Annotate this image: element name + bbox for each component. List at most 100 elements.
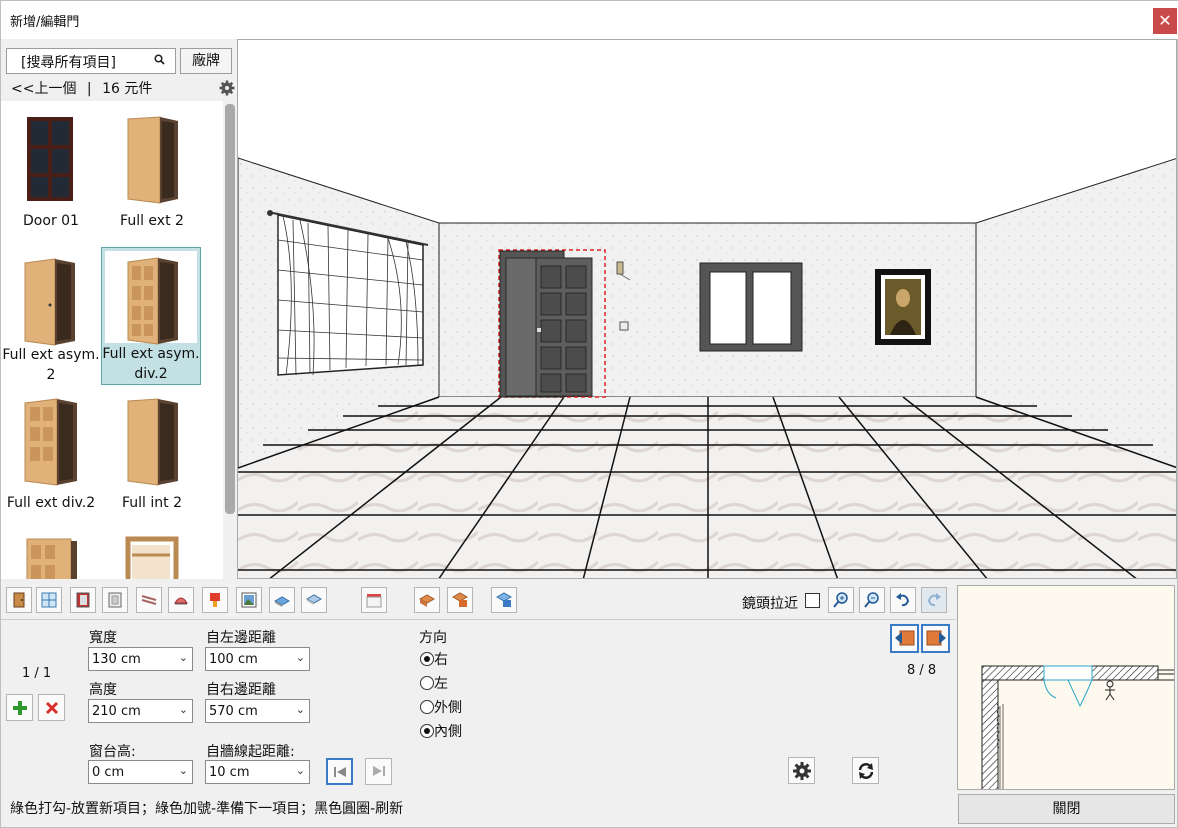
next-wall-button[interactable]	[365, 758, 392, 785]
gallery-item-partial-2[interactable]	[102, 529, 202, 579]
next-wall-segment-button[interactable]	[921, 624, 950, 653]
width-label: 寬度	[89, 630, 117, 646]
chevron-down-icon: ⌄	[178, 651, 188, 664]
scrollbar-thumb[interactable]	[225, 104, 235, 514]
panel-door-icon[interactable]	[70, 587, 96, 613]
gallery-settings-gear-icon[interactable]	[219, 80, 235, 100]
settings-button[interactable]	[788, 757, 815, 784]
step-back-icon	[333, 767, 346, 777]
zoom-label: 鏡頭拉近	[742, 596, 798, 612]
gallery-nav: <<上一個 | 16 元件	[11, 81, 153, 97]
wall-right-icon[interactable]	[447, 587, 473, 613]
blinds-icon[interactable]	[136, 587, 162, 613]
radio-right[interactable]: 右	[420, 649, 448, 669]
sill-select[interactable]: 0 cm ⌄	[88, 760, 193, 784]
radio-left[interactable]: 左	[420, 673, 448, 693]
close-button[interactable]: 關閉	[958, 794, 1175, 824]
door-icon[interactable]	[6, 587, 32, 613]
wall-right-arrow-icon	[926, 630, 946, 646]
prev-wall-segment-button[interactable]	[890, 624, 919, 653]
item-label: Full ext asym. 2	[2, 347, 100, 383]
wall-line-value: 10 cm	[209, 765, 250, 780]
3d-viewport[interactable]	[237, 39, 1177, 579]
object-toolbar: 鏡頭拉近	[1, 583, 956, 617]
picture-icon[interactable]	[236, 587, 262, 613]
radio-dot	[420, 724, 434, 738]
gallery-item-partial-1[interactable]	[1, 529, 101, 579]
window-icon[interactable]	[36, 587, 62, 613]
right-distance-label: 自右邊距離	[206, 682, 276, 698]
search-icon[interactable]	[154, 54, 165, 68]
undo-icon[interactable]	[890, 587, 916, 613]
close-window-button[interactable]: ✕	[1153, 8, 1177, 34]
wall-line-select[interactable]: 10 cm ⌄	[205, 760, 310, 784]
wall-counter: 8 / 8	[907, 663, 937, 678]
height-select[interactable]: 210 cm ⌄	[88, 699, 193, 723]
radio-inside-label: 內側	[434, 724, 462, 740]
gallery-item-full-ext-2[interactable]: Full ext 2	[102, 107, 202, 245]
chevron-down-icon: ⌄	[178, 703, 188, 716]
zoom-checkbox[interactable]	[805, 593, 820, 608]
ceiling-view-icon[interactable]	[301, 587, 327, 613]
title-bar: 新增/編輯門 ✕	[1, 1, 1178, 39]
radio-left-label: 左	[434, 676, 448, 692]
search-placeholder: [搜尋所有項目]	[21, 55, 116, 71]
remove-item-button[interactable]	[38, 694, 65, 721]
prev-wall-button[interactable]	[326, 758, 353, 785]
redo-icon[interactable]	[921, 587, 947, 613]
gallery-item-full-ext-asym-div-2[interactable]: Full ext asym. div.2	[101, 247, 201, 385]
refresh-button[interactable]	[852, 757, 879, 784]
gallery-item-full-ext-asym-2[interactable]: Full ext asym. 2	[1, 249, 101, 387]
wall-left-arrow-icon	[894, 630, 914, 646]
dialog-window: 新增/編輯門 ✕ [搜尋所有項目] 廠牌 <<上一個 | 16 元件 Door …	[0, 0, 1178, 828]
gear-icon	[792, 762, 811, 780]
width-select[interactable]: 130 cm ⌄	[88, 647, 193, 671]
x-icon	[45, 701, 58, 715]
sill-label: 窗台高:	[89, 744, 136, 760]
step-forward-icon	[372, 766, 385, 776]
back-window-object	[699, 262, 803, 352]
frame-icon[interactable]	[102, 587, 128, 613]
gallery-scrollbar[interactable]	[223, 101, 237, 579]
radio-outside[interactable]: 外側	[420, 697, 462, 717]
room-icon[interactable]	[491, 587, 517, 613]
item-label: Door 01	[23, 213, 79, 229]
partial-door-thumbnail	[26, 538, 77, 579]
radio-inside[interactable]: 內側	[420, 721, 462, 741]
chevron-down-icon: ⌄	[295, 703, 305, 716]
refresh-icon	[858, 763, 873, 779]
floor-view-icon[interactable]	[269, 587, 295, 613]
prev-link[interactable]: <<上一個	[11, 81, 76, 97]
item-label: Full ext 2	[120, 213, 184, 229]
left-distance-value: 100 cm	[209, 652, 258, 667]
search-input[interactable]: [搜尋所有項目]	[6, 48, 176, 74]
curtain-icon[interactable]	[361, 587, 387, 613]
gallery-item-full-ext-div-2[interactable]: Full ext div.2	[1, 389, 101, 527]
lamp-icon[interactable]	[168, 587, 194, 613]
wall-line-label: 自牆線起距離:	[206, 744, 295, 760]
full-ext-2-thumbnail	[127, 116, 178, 204]
item-label: Full int 2	[122, 495, 182, 511]
height-value: 210 cm	[92, 704, 141, 719]
brand-button[interactable]: 廠牌	[180, 48, 232, 74]
door-01-thumbnail	[27, 117, 73, 201]
plus-icon	[12, 701, 27, 715]
right-distance-select[interactable]: 570 cm ⌄	[205, 699, 310, 723]
paint-icon[interactable]	[202, 587, 228, 613]
switch-object	[619, 321, 629, 331]
zoom-in-icon[interactable]	[828, 587, 854, 613]
add-item-button[interactable]	[6, 694, 33, 721]
direction-label: 方向	[419, 630, 447, 646]
chevron-down-icon: ⌄	[295, 651, 305, 664]
wall-left-icon[interactable]	[414, 587, 440, 613]
chevron-down-icon: ⌄	[178, 764, 188, 777]
left-distance-select[interactable]: 100 cm ⌄	[205, 647, 310, 671]
full-ext-asym-2-thumbnail	[24, 258, 75, 346]
zoom-out-icon[interactable]	[859, 587, 885, 613]
radio-dot	[420, 652, 434, 666]
gallery-item-full-int-2[interactable]: Full int 2	[102, 389, 202, 527]
radio-dot	[420, 676, 434, 690]
floor-plan-minimap[interactable]	[957, 585, 1175, 790]
gallery-item-door-01[interactable]: Door 01	[1, 107, 101, 245]
full-ext-div-2-thumbnail	[24, 398, 77, 486]
